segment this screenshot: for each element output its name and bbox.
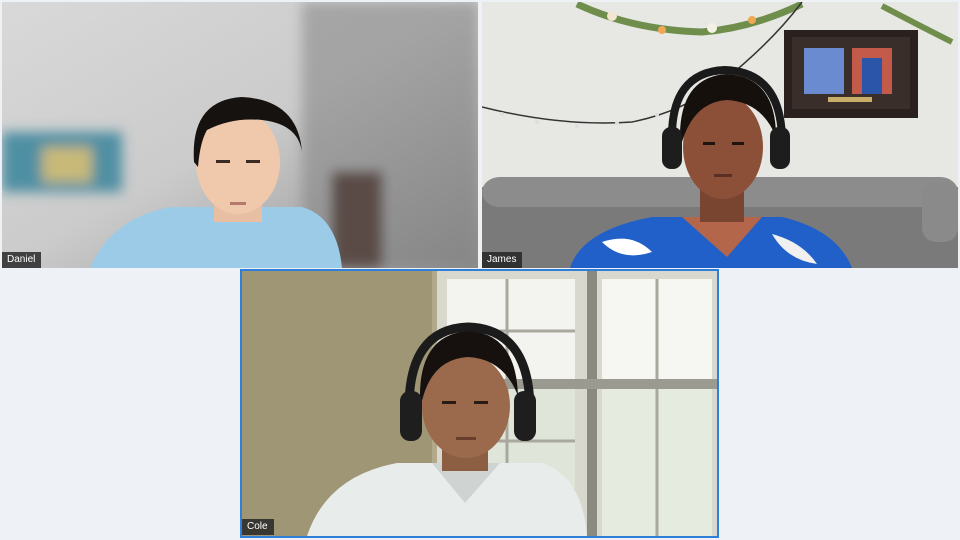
participant-tile-cole[interactable]: Cole xyxy=(240,269,719,538)
participant-tile-james[interactable]: James xyxy=(482,2,958,268)
video-feed-cole xyxy=(242,271,717,536)
participant-name-label: Daniel xyxy=(2,252,42,268)
video-feed-daniel xyxy=(2,2,478,268)
participant-tile-daniel[interactable]: Daniel xyxy=(2,2,478,268)
participant-name-label: James xyxy=(482,252,523,268)
participant-name-label: Cole xyxy=(242,519,274,535)
video-feed-james xyxy=(482,2,958,268)
